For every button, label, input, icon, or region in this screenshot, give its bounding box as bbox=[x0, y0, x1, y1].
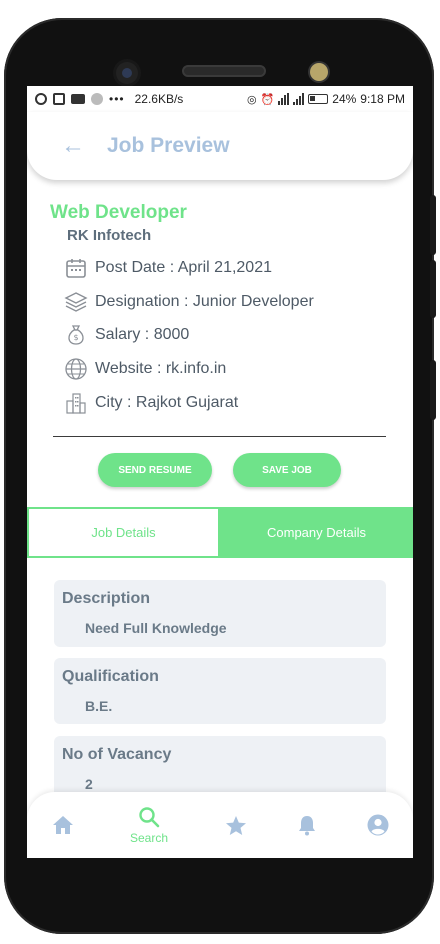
nav-search[interactable]: Search bbox=[123, 792, 175, 858]
save-job-button[interactable]: SAVE JOB bbox=[233, 453, 341, 487]
city-buildings-icon bbox=[63, 390, 89, 416]
nav-favorites[interactable] bbox=[223, 792, 249, 858]
globe-icon bbox=[63, 356, 89, 382]
vacancy-value: 2 bbox=[85, 776, 93, 792]
signal-strength-icon bbox=[278, 93, 290, 105]
salary: Salary : 8000 bbox=[95, 326, 190, 343]
home-icon bbox=[53, 816, 73, 834]
volume-down-button bbox=[430, 260, 436, 318]
account-circle-icon bbox=[367, 814, 389, 836]
send-resume-button[interactable]: SEND RESUME bbox=[98, 453, 212, 487]
front-camera bbox=[116, 62, 138, 84]
earpiece-speaker bbox=[182, 65, 266, 77]
youtube-icon bbox=[71, 94, 85, 104]
nav-home[interactable] bbox=[49, 792, 77, 858]
more-notifications-icon: ••• bbox=[109, 92, 125, 106]
post-date: Post Date : April 21,2021 bbox=[95, 259, 272, 276]
website-row: Website : rk.info.in bbox=[63, 355, 226, 383]
tab-job-details[interactable]: Job Details bbox=[29, 509, 218, 556]
designation-row: Designation : Junior Developer bbox=[63, 288, 314, 316]
qualification-label: Qualification bbox=[62, 668, 159, 685]
job-title: Web Developer bbox=[50, 202, 187, 223]
volume-up-button bbox=[430, 195, 436, 255]
alarm-icon: ⏰ bbox=[260, 93, 275, 106]
tab-company-details[interactable]: Company Details bbox=[220, 507, 413, 558]
city: City : Rajkot Gujarat bbox=[95, 394, 239, 411]
nav-profile[interactable] bbox=[365, 792, 391, 858]
qualification-value: B.E. bbox=[85, 698, 113, 714]
bell-icon bbox=[299, 816, 315, 836]
vacancy-label: No of Vacancy bbox=[62, 746, 172, 763]
company-name: RK Infotech bbox=[67, 227, 152, 244]
battery-icon bbox=[308, 94, 329, 104]
status-bar: ••• 22.6KB/s ◎ ⏰ 24% 9:18 PM bbox=[27, 86, 413, 112]
description-label: Description bbox=[62, 590, 151, 607]
description-value: Need Full Knowledge bbox=[85, 620, 227, 636]
calendar-icon bbox=[63, 255, 89, 281]
clock: 9:18 PM bbox=[360, 92, 405, 106]
designation: Designation : Junior Developer bbox=[95, 293, 314, 310]
post-date-row: Post Date : April 21,2021 bbox=[63, 254, 272, 282]
power-button bbox=[430, 360, 436, 420]
detail-tabs: Job Details Company Details bbox=[27, 507, 413, 558]
qualification-card: Qualification B.E. bbox=[54, 658, 386, 724]
website: Website : rk.info.in bbox=[95, 360, 227, 377]
battery-level: 24% bbox=[332, 92, 357, 106]
phone-icon bbox=[53, 93, 65, 105]
nav-search-label: Search bbox=[129, 830, 169, 845]
page-title: Job Preview bbox=[107, 134, 230, 157]
app-bar: ← Job Preview bbox=[27, 112, 413, 180]
divider bbox=[53, 436, 386, 437]
svg-text:$: $ bbox=[73, 333, 78, 342]
network-speed: 22.6KB/s bbox=[134, 92, 184, 106]
bottom-navigation: Search bbox=[27, 792, 413, 858]
salary-row: $ Salary : 8000 bbox=[63, 321, 189, 349]
proximity-sensor bbox=[310, 63, 328, 81]
nav-notifications[interactable] bbox=[295, 792, 319, 858]
hotspot-icon: ◎ bbox=[246, 93, 257, 106]
notification-dot-icon bbox=[91, 93, 103, 105]
city-row: City : Rajkot Gujarat bbox=[63, 389, 238, 417]
search-icon bbox=[139, 806, 160, 827]
app-screen: ••• 22.6KB/s ◎ ⏰ 24% 9:18 PM ← Job Previ… bbox=[27, 86, 413, 858]
star-icon bbox=[226, 815, 246, 835]
whatsapp-icon bbox=[35, 93, 47, 105]
layers-icon bbox=[63, 289, 89, 315]
wifi-signal-icon bbox=[293, 93, 305, 105]
money-bag-icon: $ bbox=[63, 322, 89, 348]
arrow-left-icon[interactable]: ← bbox=[61, 134, 85, 158]
description-card: Description Need Full Knowledge bbox=[54, 580, 386, 647]
